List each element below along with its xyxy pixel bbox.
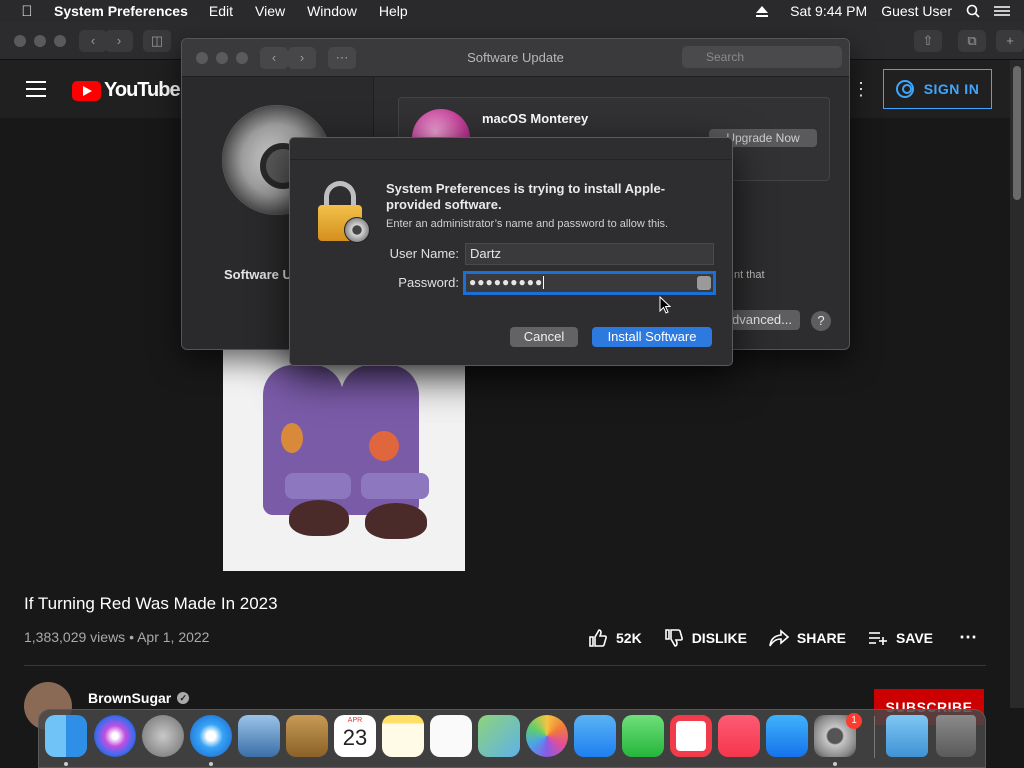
- dock-separator: [874, 716, 875, 758]
- share-label: SHARE: [796, 629, 846, 646]
- menu-window[interactable]: Window: [307, 3, 357, 19]
- channel-name[interactable]: BrownSugar ✓: [88, 690, 190, 706]
- eject-icon[interactable]: [756, 5, 769, 17]
- advanced-button[interactable]: Advanced...: [722, 310, 800, 330]
- browser-window-controls[interactable]: [14, 35, 66, 47]
- dislike-button[interactable]: DISLIKE: [664, 628, 747, 648]
- safari-running-dot: [209, 762, 213, 766]
- launchpad-icon[interactable]: [142, 715, 184, 757]
- menu-user[interactable]: Guest User: [881, 3, 952, 19]
- page-scrollbar-thumb[interactable]: [1013, 66, 1021, 200]
- more-actions-icon[interactable]: ⋯: [959, 627, 977, 648]
- calendar-day: 23: [342, 725, 368, 750]
- youtube-settings-kebab-icon[interactable]: ⋮: [852, 79, 870, 99]
- mail-icon[interactable]: [238, 715, 280, 757]
- messages-icon[interactable]: [574, 715, 616, 757]
- info-text-fragment: nt that: [734, 269, 765, 281]
- menu-help[interactable]: Help: [379, 3, 408, 19]
- username-label: User Name:: [389, 246, 459, 261]
- sidebar-toggle-icon[interactable]: ◫: [143, 30, 171, 52]
- sign-in-label: SIGN IN: [923, 81, 980, 97]
- calendar-icon[interactable]: APR 23: [334, 715, 376, 757]
- menu-clock[interactable]: Sat 9:44 PM: [790, 3, 867, 19]
- save-label: SAVE: [895, 629, 934, 646]
- video-meta: 1,383,029 views • Apr 1, 2022: [24, 629, 210, 645]
- save-button[interactable]: SAVE: [868, 630, 933, 646]
- video-title: If Turning Red Was Made In 2023: [24, 594, 278, 613]
- like-count: 52K: [616, 629, 642, 646]
- apple-menu-icon[interactable]: : [0, 3, 54, 20]
- youtube-wordmark: YouTube: [104, 79, 181, 101]
- dislike-label: DISLIKE: [691, 629, 747, 646]
- tabs-overview-icon[interactable]: ⧉: [958, 30, 986, 52]
- facetime-icon[interactable]: [622, 715, 664, 757]
- reminders-icon[interactable]: [430, 715, 472, 757]
- menu-view[interactable]: View: [255, 3, 285, 19]
- music-icon[interactable]: [718, 715, 760, 757]
- password-value: ●●●●●●●●●: [469, 275, 544, 289]
- cancel-button[interactable]: Cancel: [510, 327, 578, 347]
- youtube-menu-icon[interactable]: [26, 81, 46, 102]
- safari-icon[interactable]: [190, 715, 232, 757]
- browser-back-icon[interactable]: ‹: [79, 30, 107, 52]
- verified-check-icon: ✓: [177, 692, 190, 704]
- menu-bar:  System Preferences Edit View Window He…: [0, 0, 1024, 22]
- help-button[interactable]: ?: [811, 311, 831, 331]
- finder-running-dot: [64, 762, 68, 766]
- search-field[interactable]: Search: [682, 46, 842, 68]
- calendar-month: APR: [347, 717, 363, 724]
- channel-name-label: BrownSugar: [88, 690, 172, 706]
- keychain-key-icon[interactable]: [697, 276, 711, 290]
- like-button[interactable]: 52K: [588, 628, 642, 648]
- system-preferences-running-dot: [833, 762, 837, 766]
- notes-icon[interactable]: [382, 715, 424, 757]
- dialog-titlebar: [290, 138, 732, 160]
- install-software-button[interactable]: Install Software: [592, 327, 712, 347]
- mouse-cursor-icon: [659, 296, 671, 314]
- menu-edit[interactable]: Edit: [209, 3, 233, 19]
- account-icon: [895, 80, 914, 98]
- authentication-dialog: System Preferences is trying to install …: [289, 137, 733, 366]
- share-icon[interactable]: ⇧: [914, 30, 942, 52]
- menu-app-name[interactable]: System Preferences: [54, 3, 188, 19]
- new-tab-icon[interactable]: +: [996, 30, 1024, 52]
- divider: [24, 665, 986, 666]
- dialog-subtext: Enter an administrator’s name and passwo…: [386, 218, 669, 230]
- playlist-add-icon: [868, 631, 887, 645]
- control-center-icon[interactable]: [994, 5, 1010, 17]
- contacts-icon[interactable]: [286, 715, 328, 757]
- spotlight-search-icon[interactable]: [966, 4, 980, 18]
- app-store-icon[interactable]: [766, 715, 808, 757]
- youtube-logo[interactable]: YouTube: [72, 79, 181, 102]
- youtube-play-icon: [72, 80, 101, 101]
- finder-icon[interactable]: [45, 715, 87, 757]
- notification-badge: 1: [846, 713, 862, 729]
- sign-in-button[interactable]: SIGN IN: [883, 69, 992, 109]
- password-label: Password:: [398, 275, 459, 290]
- photos-icon[interactable]: [526, 715, 568, 757]
- trash-icon[interactable]: [936, 715, 976, 757]
- software-update-titlebar[interactable]: ‹ › ⋯ Software Update Search: [182, 39, 849, 77]
- share-button[interactable]: SHARE: [769, 628, 846, 647]
- video-actions: 52K DISLIKE SHARE SAVE ⋯: [588, 627, 999, 648]
- video-player[interactable]: [223, 345, 465, 571]
- maps-icon[interactable]: [478, 715, 520, 757]
- dialog-heading: System Preferences is trying to install …: [386, 181, 666, 212]
- username-field[interactable]: Dartz: [465, 243, 714, 265]
- thumbs-up-icon: [589, 628, 607, 647]
- thumbs-down-icon: [664, 628, 683, 647]
- browser-forward-icon[interactable]: ›: [105, 30, 133, 52]
- downloads-folder-icon[interactable]: [886, 715, 928, 757]
- news-icon[interactable]: [670, 715, 712, 757]
- password-field[interactable]: ●●●●●●●●●: [463, 271, 716, 295]
- share-arrow-icon: [769, 628, 789, 646]
- gear-badge-icon: [344, 217, 370, 243]
- update-name: macOS Monterey: [482, 111, 589, 126]
- siri-icon[interactable]: [94, 715, 136, 757]
- lock-icon: [318, 181, 370, 243]
